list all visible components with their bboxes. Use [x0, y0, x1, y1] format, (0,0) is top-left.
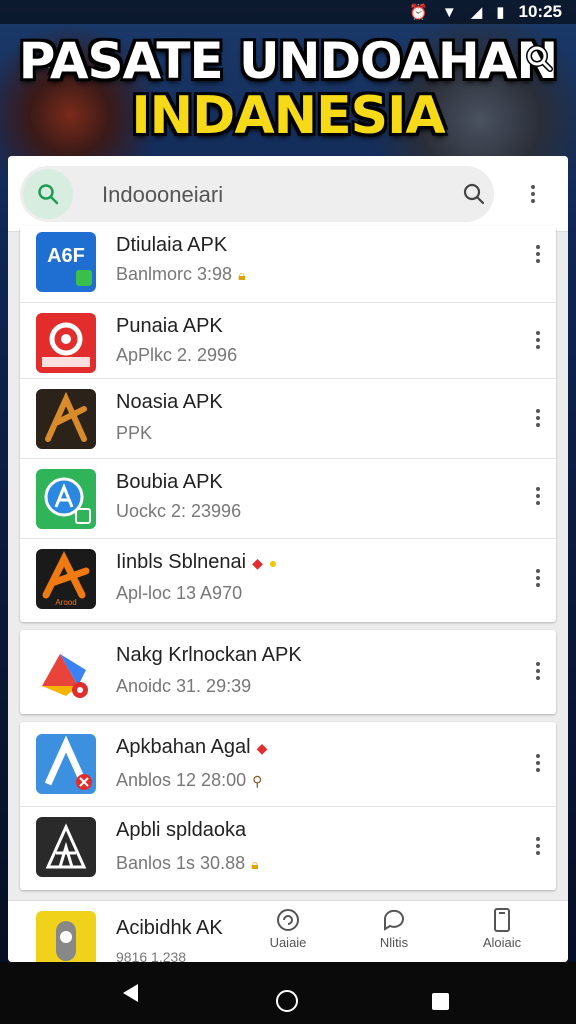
- wifi-icon: ▼: [441, 3, 457, 21]
- refresh-icon: [277, 909, 299, 931]
- search-area: Indoooneiari: [8, 156, 568, 232]
- more-options-icon[interactable]: [526, 831, 550, 861]
- app-icon: Arood: [36, 549, 96, 609]
- app-meta: Banlos 1s 30.88 🔒︎: [116, 853, 259, 874]
- more-options-icon[interactable]: [526, 239, 550, 269]
- home-icon[interactable]: [276, 990, 298, 1012]
- list-item[interactable]: A6F Dtiulaia APK Banlmorc 3:98 🔒︎: [20, 226, 556, 306]
- marker-icon: ⚲: [252, 773, 263, 789]
- search-icon[interactable]: [525, 44, 553, 72]
- more-options-icon[interactable]: [521, 179, 545, 209]
- battery-icon: ▮: [496, 4, 505, 21]
- app-meta-text: Banlmorc 3:98: [116, 264, 233, 284]
- list-item[interactable]: Boubia APK Uockc 2: 23996: [20, 458, 556, 538]
- app-name: Punaia APK: [116, 315, 223, 337]
- list-item[interactable]: Nakg Krlnockan APK Anoidc 31. 29:39: [20, 630, 556, 714]
- search-submit-icon[interactable]: [462, 182, 486, 206]
- search-value: Indoooneiari: [102, 182, 224, 207]
- more-options-icon[interactable]: [526, 481, 550, 511]
- app-icon-label: A6F: [47, 245, 85, 267]
- app-meta-text: Banlos 1s 30.88: [116, 853, 246, 873]
- app-meta: 9816 1.238: [116, 949, 187, 962]
- app-icon: [36, 911, 96, 962]
- app-meta: Banlmorc 3:98 🔒︎: [116, 264, 246, 285]
- list-item[interactable]: Noasia APK PPK: [20, 378, 556, 458]
- app-meta: ApPlkc 2. 2996: [116, 345, 238, 365]
- alarm-icon: ⏰: [409, 4, 428, 21]
- signal-icon: ◢: [470, 4, 483, 21]
- more-options-icon[interactable]: [526, 563, 550, 593]
- app-name: Iinbls Sblnenai ◆ ●: [116, 551, 277, 574]
- app-list-panel: Indoooneiari A6F Dtiulaia APK Banlmorc 3…: [8, 156, 568, 962]
- app-meta: Anoidc 31. 29:39: [116, 676, 252, 696]
- tab-uaiaie[interactable]: Uaiaie: [248, 907, 328, 950]
- app-list-card: Apkbahan Agal ◆ Anblos 12 28:00 ⚲ Apbli sp…: [20, 722, 556, 890]
- app-list-card: A6F Dtiulaia APK Banlmorc 3:98 🔒︎ Punaia …: [20, 226, 556, 622]
- app-name: Dtiulaia APK: [116, 234, 228, 256]
- lock-icon: 🔒︎: [238, 267, 246, 283]
- pin-icon: ◆: [256, 740, 268, 756]
- list-item[interactable]: Apkbahan Agal ◆ Anblos 12 28:00 ⚲: [20, 722, 556, 806]
- search-icon[interactable]: [23, 169, 73, 219]
- chat-icon: [383, 909, 404, 931]
- bottom-navigation: Acibidhk AK 9816 1.238 Uaiaie Nlitis Alo…: [8, 900, 568, 962]
- tab-label: Uaiaie: [269, 935, 307, 950]
- app-icon: A6F: [36, 232, 96, 292]
- tab-label: Aloiaic: [482, 935, 522, 950]
- app-meta: Anblos 12 28:00 ⚲: [116, 770, 262, 791]
- app-name: Apkbahan Agal ◆: [116, 736, 267, 759]
- dot-icon: ●: [268, 555, 278, 571]
- app-name-text: Iinbls Sblnenai: [116, 551, 247, 573]
- app-meta-text: Anblos 12 28:00: [116, 770, 247, 790]
- app-name-text: Apkbahan Agal: [116, 736, 251, 758]
- list-item[interactable]: Punaia APK ApPlkc 2. 2996: [20, 302, 556, 382]
- app-icon: [36, 642, 96, 702]
- search-input[interactable]: Indoooneiari: [20, 166, 494, 222]
- app-meta: PPK: [116, 423, 153, 443]
- list-item[interactable]: Arood Iinbls Sblnenai ◆ ● Apl-loc 13 A970: [20, 538, 556, 618]
- app-icon: [36, 313, 96, 373]
- system-navigation-bar: [0, 962, 576, 1024]
- page-title: PASATE UNDOAHAN: [18, 32, 558, 90]
- app-meta: Uockc 2: 23996: [116, 501, 242, 521]
- status-bar: ⏰ ▼ ◢ ▮ 10:25: [0, 0, 576, 24]
- recent-apps-icon[interactable]: [432, 993, 449, 1010]
- lock-icon: 🔒︎: [251, 856, 259, 872]
- app-icon-label: Arood: [55, 598, 76, 607]
- app-name: Nakg Krlnockan APK: [116, 644, 302, 666]
- app-name[interactable]: Acibidhk AK: [116, 917, 223, 940]
- list-item[interactable]: Apbli spldaoka Banlos 1s 30.88 🔒︎: [20, 806, 556, 890]
- more-options-icon[interactable]: [526, 403, 550, 433]
- app-meta: Apl-loc 13 A970: [116, 583, 243, 603]
- status-time: 10:25: [518, 2, 562, 21]
- pin-icon: ◆: [252, 555, 263, 571]
- top-header: PASATE UNDOAHAN INDANESIA: [0, 24, 576, 154]
- app-icon: [36, 389, 96, 449]
- phone-icon: [494, 908, 510, 932]
- app-name: Boubia APK: [116, 471, 223, 493]
- app-icon: [36, 817, 96, 877]
- tab-aloiaic[interactable]: Aloiaic: [462, 907, 542, 950]
- more-options-icon[interactable]: [526, 748, 550, 778]
- tab-nlitis[interactable]: Nlitis: [354, 907, 434, 950]
- app-icon: [36, 734, 96, 794]
- app-name: Apbli spldaoka: [116, 819, 247, 841]
- back-icon[interactable]: [120, 982, 140, 1004]
- more-options-icon[interactable]: [526, 325, 550, 355]
- app-name: Noasia APK: [116, 391, 223, 413]
- more-options-icon[interactable]: [526, 656, 550, 686]
- app-list-card: Nakg Krlnockan APK Anoidc 31. 29:39: [20, 630, 556, 714]
- tab-label: Nlitis: [379, 935, 409, 950]
- app-icon: [36, 469, 96, 529]
- page-subtitle: INDANESIA: [131, 86, 445, 146]
